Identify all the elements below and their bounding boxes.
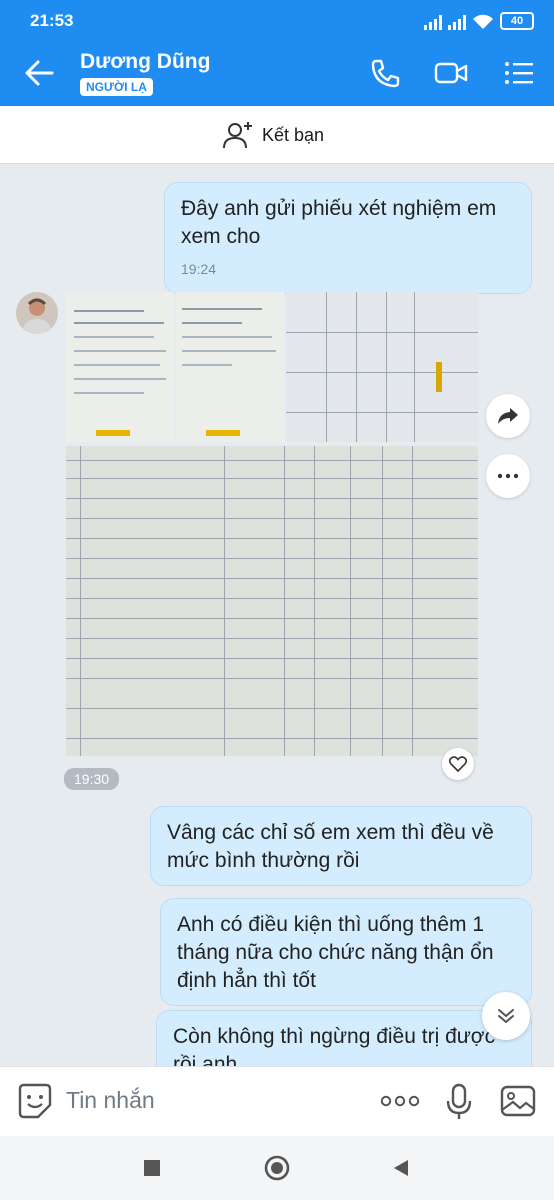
recent-apps-icon[interactable] [144, 1160, 160, 1176]
system-nav-bar [0, 1136, 554, 1200]
test-result-photo[interactable] [66, 292, 174, 442]
heart-icon [449, 756, 467, 772]
message-input-bar: Tin nhắn [0, 1066, 554, 1136]
contact-name[interactable]: Dương Dũng [80, 50, 210, 74]
chat-area[interactable]: Đây anh gửi phiếu xét nghiệm em xem cho … [0, 164, 554, 1066]
test-result-photo[interactable] [286, 292, 478, 442]
video-call-icon[interactable] [434, 58, 468, 88]
status-bar: 21:53 40 [0, 0, 554, 40]
wifi-icon [473, 14, 493, 29]
message-text: Còn không thì ngừng điều trị được rồi an… [173, 1025, 496, 1066]
image-gallery-icon[interactable] [500, 1085, 536, 1117]
message-text: Đây anh gửi phiếu xét nghiệm em xem cho [181, 197, 497, 248]
microphone-icon[interactable] [446, 1083, 472, 1121]
chevron-double-down-icon [498, 1009, 514, 1023]
status-time: 21:53 [30, 11, 74, 30]
add-friend-label: Kết bạn [262, 124, 325, 145]
more-dots-icon[interactable] [380, 1095, 420, 1107]
share-arrow-icon [498, 408, 518, 424]
battery-icon: 40 [500, 12, 534, 30]
signal-icon [424, 14, 442, 30]
battery-level: 40 [510, 15, 524, 27]
add-friend-bar: Kết bạn [0, 106, 554, 164]
message-bubble[interactable]: Vâng các chỉ số em xem thì đều về mức bì… [150, 806, 532, 886]
message-time: 19:24 [181, 261, 217, 277]
more-dots-icon [497, 473, 519, 479]
more-options-button[interactable] [486, 454, 530, 498]
signal-icon-2 [448, 14, 466, 30]
react-heart-button[interactable] [442, 748, 474, 780]
message-bubble[interactable]: Anh có điều kiện thì uống thêm 1 tháng n… [160, 898, 532, 1006]
add-user-icon [223, 122, 252, 149]
message-text: Vâng các chỉ số em xem thì đều về mức bì… [167, 821, 494, 872]
add-friend-button[interactable]: Kết bạn [222, 120, 324, 150]
back-triangle-icon[interactable] [392, 1158, 410, 1178]
scroll-down-button[interactable] [482, 992, 530, 1040]
menu-list-icon[interactable] [502, 58, 536, 88]
message-input[interactable]: Tin nhắn [66, 1087, 155, 1114]
status-icons: 40 [424, 12, 534, 30]
emoji-sticker-icon[interactable] [18, 1083, 52, 1119]
test-result-table-photo[interactable] [66, 446, 478, 756]
message-bubble[interactable]: Còn không thì ngừng điều trị được rồi an… [156, 1010, 532, 1066]
image-group[interactable] [66, 292, 478, 756]
avatar[interactable] [16, 292, 58, 334]
stranger-badge: NGƯỜI LẠ [80, 78, 153, 96]
share-button[interactable] [486, 394, 530, 438]
phone-icon[interactable] [368, 58, 402, 88]
avatar-image [16, 292, 58, 334]
home-icon[interactable] [263, 1154, 291, 1182]
message-text: Anh có điều kiện thì uống thêm 1 tháng n… [177, 913, 494, 992]
message-bubble[interactable]: Đây anh gửi phiếu xét nghiệm em xem cho … [164, 182, 532, 294]
back-arrow-icon[interactable] [22, 57, 58, 89]
image-time-chip: 19:30 [64, 768, 120, 790]
chat-header: Dương Dũng NGƯỜI LẠ [0, 40, 554, 106]
test-result-photo[interactable] [176, 292, 284, 442]
